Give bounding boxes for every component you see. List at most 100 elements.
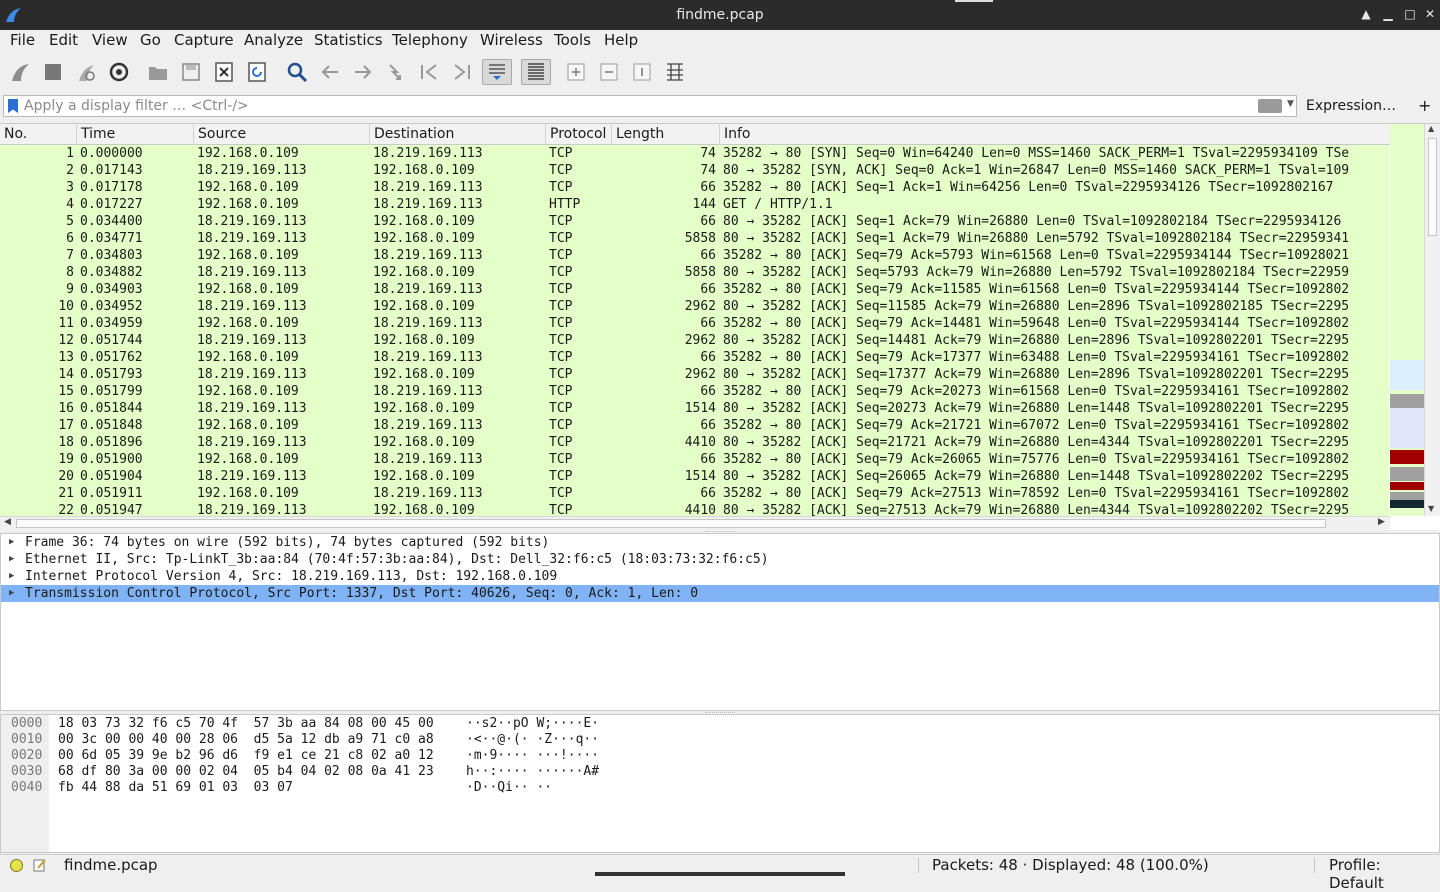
menu-capture[interactable]: Capture — [174, 31, 234, 49]
column-header-length[interactable]: Length — [612, 124, 720, 145]
status-file-name: findme.pcap — [64, 856, 158, 874]
packet-row[interactable]: 19 0.051900 192.168.0.109 18.219.169.113 TCP… — [0, 451, 1389, 468]
packet-row[interactable]: 14 0.051793 18.219.169.113 192.168.0.109 TCP… — [0, 366, 1389, 383]
packet-cell-no: 13 — [58, 350, 74, 365]
display-filter-input[interactable] — [24, 97, 1244, 115]
menu-tools[interactable]: Tools — [554, 31, 591, 49]
packet-cell-time: 0.051947 — [80, 503, 143, 516]
capture-comment-icon[interactable] — [33, 858, 47, 872]
close-file-icon[interactable] — [211, 59, 237, 85]
packet-cell-time: 0.034903 — [80, 282, 143, 297]
packet-row[interactable]: 21 0.051911 192.168.0.109 18.219.169.113 TCP… — [0, 485, 1389, 502]
column-header-protocol[interactable]: Protocol — [546, 124, 612, 145]
resize-columns-icon[interactable] — [662, 59, 688, 85]
expand-arrow-icon[interactable]: ▶ — [9, 585, 14, 602]
filter-history-dropdown-icon[interactable]: ▼ — [1287, 99, 1294, 109]
scroll-left-icon[interactable]: ◀ — [4, 517, 11, 527]
open-file-icon[interactable] — [145, 59, 171, 85]
stop-icon[interactable] — [40, 59, 66, 85]
last-packet-icon[interactable] — [449, 59, 475, 85]
apply-filter-arrow-icon[interactable] — [1258, 99, 1282, 113]
restart-icon[interactable] — [73, 59, 99, 85]
menu-telephony[interactable]: Telephony — [392, 31, 468, 49]
first-packet-icon[interactable] — [416, 59, 442, 85]
packet-row[interactable]: 10 0.034952 18.219.169.113 192.168.0.109 TCP… — [0, 298, 1389, 315]
packet-row[interactable]: 18 0.051896 18.219.169.113 192.168.0.109 TCP… — [0, 434, 1389, 451]
autoscroll-icon[interactable] — [482, 59, 512, 85]
packet-row[interactable]: 5 0.034400 18.219.169.113 192.168.0.109 TCP 6… — [0, 213, 1389, 230]
maximize-icon[interactable]: □ — [1401, 5, 1419, 23]
normal-size-icon[interactable] — [629, 59, 655, 85]
column-header-no[interactable]: No. — [0, 124, 77, 145]
packet-row[interactable]: 4 0.017227 192.168.0.109 18.219.169.113 HTTP… — [0, 196, 1389, 213]
menu-analyze[interactable]: Analyze — [244, 31, 303, 49]
packet-row[interactable]: 17 0.051848 192.168.0.109 18.219.169.113 TCP… — [0, 417, 1389, 434]
packet-row[interactable]: 22 0.051947 18.219.169.113 192.168.0.109 TCP… — [0, 502, 1389, 516]
packet-row[interactable]: 7 0.034803 192.168.0.109 18.219.169.113 TCP 6… — [0, 247, 1389, 264]
colorize-icon[interactable] — [521, 59, 551, 85]
minimize-icon[interactable]: ▁ — [1379, 5, 1397, 23]
column-header-source[interactable]: Source — [194, 124, 370, 145]
column-header-time[interactable]: Time — [77, 124, 194, 145]
expand-arrow-icon[interactable]: ▶ — [9, 551, 14, 568]
packet-row[interactable]: 8 0.034882 18.219.169.113 192.168.0.109 TCP 5… — [0, 264, 1389, 281]
go-back-icon[interactable] — [317, 59, 343, 85]
status-profile[interactable]: Profile: Default — [1329, 856, 1440, 892]
menu-help[interactable]: Help — [604, 31, 638, 49]
packet-row[interactable]: 15 0.051799 192.168.0.109 18.219.169.113 TCP… — [0, 383, 1389, 400]
display-filter-field: ▼ — [3, 95, 1297, 117]
go-to-packet-icon[interactable] — [383, 59, 409, 85]
scroll-right-icon[interactable]: ▶ — [1378, 517, 1385, 527]
expand-arrow-icon[interactable]: ▶ — [9, 534, 14, 551]
window-shade-icon[interactable]: ▲ — [1357, 5, 1375, 23]
detail-tree-item[interactable]: ▶ Transmission Control Protocol, Src Port… — [1, 585, 1439, 602]
bytes-ascii: ·D··Qi·· ·· — [466, 780, 553, 795]
menu-go[interactable]: Go — [140, 31, 161, 49]
shark-fin-start-icon[interactable] — [7, 59, 33, 85]
packet-row[interactable]: 16 0.051844 18.219.169.113 192.168.0.109 TCP… — [0, 400, 1389, 417]
packet-row[interactable]: 13 0.051762 192.168.0.109 18.219.169.113 TCP… — [0, 349, 1389, 366]
packet-list-horizontal-scrollbar[interactable]: ◀ ▶ — [0, 516, 1390, 530]
filter-bookmark-icon[interactable] — [8, 99, 18, 113]
zoom-out-icon[interactable] — [596, 59, 622, 85]
expression-button[interactable]: Expression… — [1306, 98, 1396, 114]
packet-row[interactable]: 20 0.051904 18.219.169.113 192.168.0.109 TCP… — [0, 468, 1389, 485]
zoom-in-icon[interactable] — [563, 59, 589, 85]
save-file-icon[interactable] — [178, 59, 204, 85]
close-window-icon[interactable]: ✕ — [1421, 5, 1439, 23]
expert-info-indicator-icon[interactable] — [10, 859, 23, 872]
packet-cell-src: 192.168.0.109 — [197, 180, 299, 195]
scroll-thumb[interactable] — [1428, 138, 1437, 236]
scroll-down-icon[interactable]: ▼ — [1428, 504, 1434, 513]
menu-statistics[interactable]: Statistics — [314, 31, 383, 49]
hscroll-thumb[interactable] — [16, 519, 1326, 528]
menu-file[interactable]: File — [10, 31, 35, 49]
packet-cell-dst: 18.219.169.113 — [373, 248, 483, 263]
packet-row[interactable]: 12 0.051744 18.219.169.113 192.168.0.109 TCP… — [0, 332, 1389, 349]
column-header-info[interactable]: Info — [720, 124, 1390, 145]
packet-row[interactable]: 11 0.034959 192.168.0.109 18.219.169.113 TCP… — [0, 315, 1389, 332]
find-packet-icon[interactable] — [284, 59, 310, 85]
menu-wireless[interactable]: Wireless — [480, 31, 543, 49]
packet-row[interactable]: 6 0.034771 18.219.169.113 192.168.0.109 TCP 5… — [0, 230, 1389, 247]
add-filter-button[interactable]: + — [1418, 96, 1431, 115]
go-forward-icon[interactable] — [350, 59, 376, 85]
packet-row[interactable]: 9 0.034903 192.168.0.109 18.219.169.113 TCP 6… — [0, 281, 1389, 298]
packet-row[interactable]: 1 0.000000 192.168.0.109 18.219.169.113 TCP 7… — [0, 145, 1389, 162]
scroll-up-icon[interactable]: ▲ — [1428, 124, 1434, 133]
packet-row[interactable]: 3 0.017178 192.168.0.109 18.219.169.113 TCP 6… — [0, 179, 1389, 196]
packet-row[interactable]: 2 0.017143 18.219.169.113 192.168.0.109 TCP 7… — [0, 162, 1389, 179]
capture-options-icon[interactable] — [106, 59, 132, 85]
reload-icon[interactable] — [244, 59, 270, 85]
menu-edit[interactable]: Edit — [49, 31, 78, 49]
column-header-destination[interactable]: Destination — [370, 124, 546, 145]
packet-list-vertical-scrollbar[interactable]: ▲ ▼ — [1424, 124, 1440, 516]
packet-cell-time: 0.051848 — [80, 418, 143, 433]
packet-minimap[interactable] — [1390, 124, 1424, 516]
detail-tree-item[interactable]: ▶ Frame 36: 74 bytes on wire (592 bits), … — [1, 534, 1439, 551]
expand-arrow-icon[interactable]: ▶ — [9, 568, 14, 585]
menu-view[interactable]: View — [92, 31, 128, 49]
packet-cell-len: 4410 — [684, 435, 716, 450]
detail-tree-item[interactable]: ▶ Ethernet II, Src: Tp-LinkT_3b:aa:84 (70… — [1, 551, 1439, 568]
detail-tree-item[interactable]: ▶ Internet Protocol Version 4, Src: 18.21… — [1, 568, 1439, 585]
